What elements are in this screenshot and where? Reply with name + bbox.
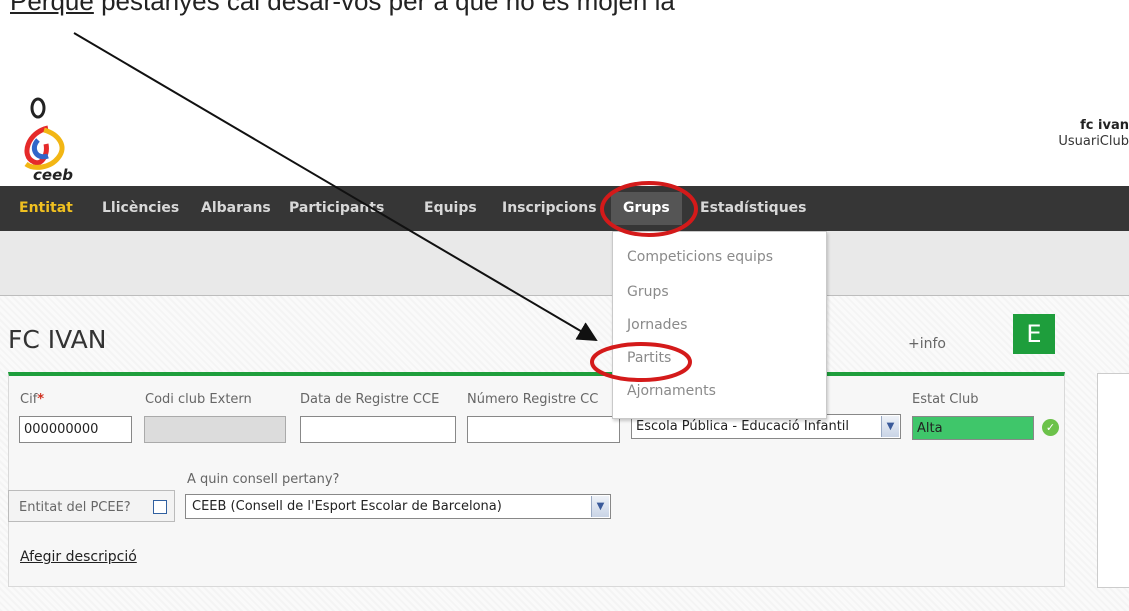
dropdown-item-partits[interactable]: Partits xyxy=(627,350,671,366)
data-registre-input[interactable] xyxy=(300,416,456,443)
caption-underlined: Perquè xyxy=(10,0,94,16)
nav-llicencies[interactable]: Llicències xyxy=(102,186,179,231)
estat-club-label: Estat Club xyxy=(912,392,979,407)
nav-grups[interactable]: Grups xyxy=(611,192,682,225)
estat-club-field[interactable]: Alta xyxy=(912,416,1034,440)
check-circle-icon: ✓ xyxy=(1042,419,1059,436)
annotation-caption: Perquè pestanyes cal desar-vos per a que… xyxy=(10,0,675,17)
consell-value: CEEB (Consell de l'Esport Escolar de Bar… xyxy=(192,499,502,514)
nav-estadistiques[interactable]: Estadístiques xyxy=(700,186,807,231)
pcee-label: Entitat del PCEE? xyxy=(19,500,131,515)
grups-dropdown-menu: Competicions equips Grups Jornades Parti… xyxy=(612,231,827,419)
sub-toolbar xyxy=(0,231,1129,296)
nav-equips[interactable]: Equips xyxy=(424,186,477,231)
pcee-checkbox[interactable] xyxy=(153,500,167,514)
nav-participants[interactable]: Participants xyxy=(289,186,384,231)
dropdown-item-competicions-equips[interactable]: Competicions equips xyxy=(627,249,773,265)
dropdown-item-grups[interactable]: Grups xyxy=(627,284,669,300)
dropdown-item-jornades[interactable]: Jornades xyxy=(627,317,687,333)
nav-albarans[interactable]: Albarans xyxy=(201,186,271,231)
logo-text: ceeb xyxy=(33,166,73,184)
entity-badge[interactable]: E xyxy=(1013,314,1055,354)
nav-inscripcions[interactable]: Inscripcions xyxy=(502,186,597,231)
nav-entitat[interactable]: Entitat xyxy=(19,186,73,231)
user-name[interactable]: fc ivan xyxy=(1058,118,1129,134)
chevron-down-icon: ▼ xyxy=(881,416,899,437)
cif-label: Cif* xyxy=(20,392,45,407)
pcee-field: Entitat del PCEE? xyxy=(8,490,175,522)
chevron-down-icon: ▼ xyxy=(591,496,609,517)
main-navbar: Entitat Llicències Albarans Participants… xyxy=(0,186,1129,231)
dropdown-item-ajornaments[interactable]: Ajornaments xyxy=(627,383,716,399)
data-registre-label: Data de Registre CCE xyxy=(300,392,440,407)
consell-label: A quin consell pertany? xyxy=(187,472,340,487)
tipus-entitat-value: Escola Pública - Educació Infantil xyxy=(636,419,850,434)
codi-club-extern-input xyxy=(144,416,286,443)
numero-registre-label: Número Registre CC xyxy=(467,392,599,407)
side-panel xyxy=(1097,373,1129,588)
consell-select[interactable]: CEEB (Consell de l'Esport Escolar de Bar… xyxy=(185,494,611,519)
user-role: UsuariClub xyxy=(1058,134,1129,149)
more-info-link[interactable]: +info xyxy=(908,336,946,352)
numero-registre-input[interactable] xyxy=(467,416,620,443)
caption-rest: pestanyes cal desar-vos per a que no es … xyxy=(93,0,675,16)
cif-input[interactable]: 000000000 xyxy=(19,416,132,443)
afegir-descripcio-link[interactable]: Afegir descripció xyxy=(20,549,137,565)
user-box: fc ivan UsuariClub xyxy=(1058,118,1129,150)
page-title: FC IVAN xyxy=(8,325,107,354)
codi-club-extern-label: Codi club Extern xyxy=(145,392,252,407)
